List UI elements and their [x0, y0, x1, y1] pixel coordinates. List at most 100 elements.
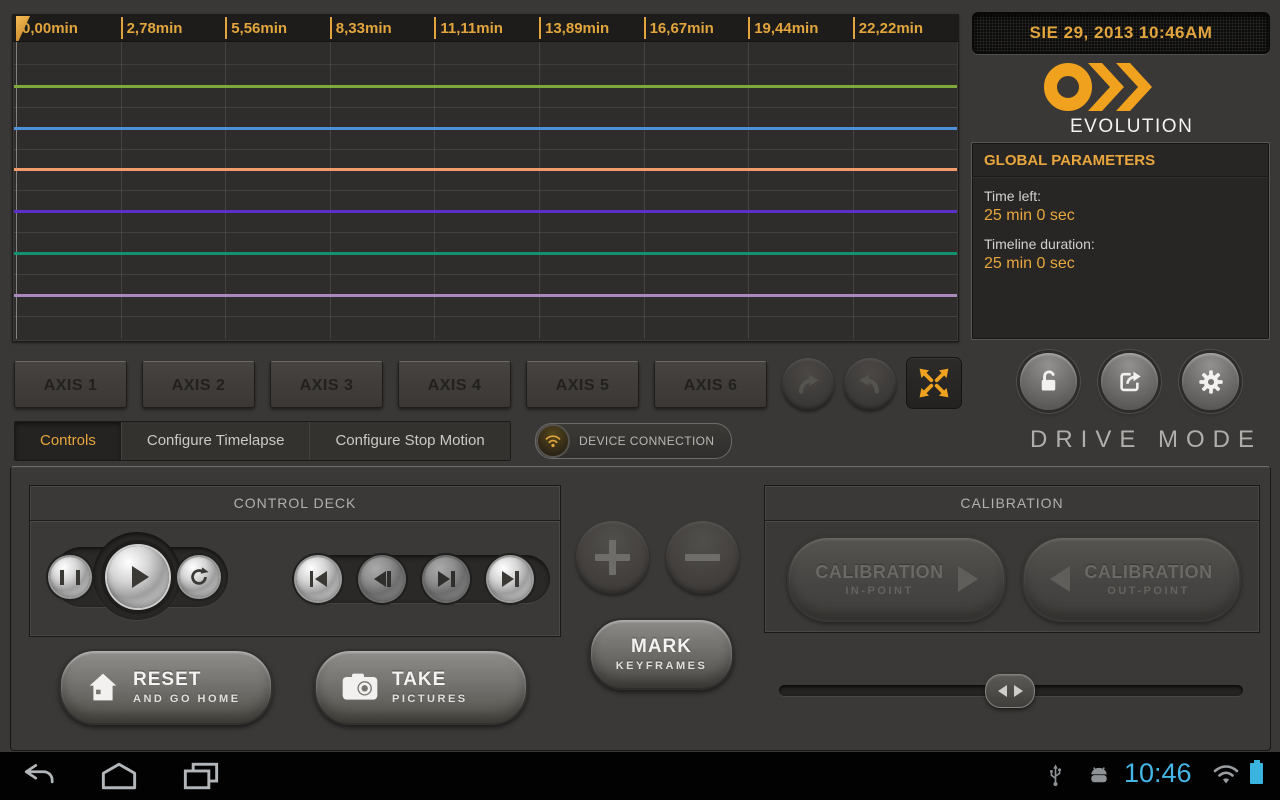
lock-button[interactable]	[1020, 353, 1077, 410]
skip-to-start-button[interactable]	[296, 557, 340, 601]
logo-text: EVOLUTION	[1070, 116, 1244, 138]
drive-mode-label: DRIVE MODE	[1030, 426, 1262, 454]
slider-right-arrow-icon	[1014, 685, 1023, 697]
loop-icon	[188, 566, 210, 588]
left-arrow-icon	[1050, 566, 1070, 592]
mode-tab[interactable]: Configure Stop Motion	[310, 422, 509, 460]
timeline-chart[interactable]: 0,00min 2,78min 5,56min 8,33min 11,11min	[12, 14, 959, 342]
expand-arrows-icon	[915, 365, 953, 401]
pause-button[interactable]	[50, 557, 90, 597]
time-left-label: Time left:	[984, 188, 1257, 204]
axis-2-line[interactable]	[14, 127, 957, 130]
zoom-in-button[interactable]	[576, 521, 649, 594]
axis-button[interactable]: AXIS 3	[270, 361, 383, 408]
home-button[interactable]	[100, 761, 138, 791]
slider-left-arrow-icon	[998, 685, 1007, 697]
play-button[interactable]	[107, 546, 169, 608]
axis-1-line[interactable]	[14, 85, 957, 88]
timeline-tick-label: 8,33min	[336, 20, 392, 37]
device-connection-button[interactable]: DEVICE CONNECTION	[535, 423, 732, 459]
undo-button[interactable]	[844, 358, 896, 410]
previous-keyframe-icon	[374, 571, 391, 587]
take-sublabel: PICTURES	[392, 693, 468, 705]
calibration-out-sublabel: OUT-POINT	[1107, 585, 1189, 597]
global-parameters-panel: GLOBAL PARAMETERS Time left: 25 min 0 se…	[971, 142, 1270, 340]
skip-to-end-button[interactable]	[488, 557, 532, 601]
take-label: TAKE	[392, 669, 468, 691]
mark-label: MARK	[631, 636, 692, 658]
timeline-tick-label: 2,78min	[127, 20, 183, 37]
global-parameters-title: GLOBAL PARAMETERS	[972, 143, 1269, 177]
axis-button[interactable]: AXIS 2	[142, 361, 255, 408]
fullscreen-expand-button[interactable]	[906, 357, 962, 409]
next-keyframe-icon	[438, 571, 455, 587]
android-nav-bar: 10:46	[0, 752, 1280, 800]
right-arrow-icon	[958, 566, 978, 592]
timeline-tick-label: 0,00min	[22, 20, 78, 37]
mode-tabs: Controls Configure Timelapse Configure S…	[14, 421, 511, 461]
axis-4-line[interactable]	[14, 210, 957, 213]
redo-button[interactable]	[782, 358, 834, 410]
app-screen: 0,00min 2,78min 5,56min 8,33min 11,11min	[0, 0, 1280, 800]
status-wifi-icon	[1212, 764, 1240, 786]
timeline-tick-label: 19,44min	[754, 20, 818, 37]
axis-button[interactable]: AXIS 1	[14, 361, 127, 408]
previous-keyframe-button[interactable]	[360, 557, 404, 601]
mark-keyframes-button[interactable]: MARK KEYFRAMES	[589, 618, 734, 690]
wifi-icon	[543, 432, 563, 450]
horizontal-gridline	[14, 64, 957, 65]
skip-to-end-icon	[502, 571, 519, 587]
recent-apps-button[interactable]	[182, 761, 220, 791]
usb-icon	[1048, 764, 1063, 787]
calibration-in-point-button[interactable]: CALIBRATION IN-POINT	[787, 536, 1006, 622]
calibration-group: CALIBRATION CALIBRATION IN-POINT CALIBRA…	[764, 485, 1260, 633]
status-clock: 10:46	[1124, 758, 1192, 789]
time-left-value: 25 min 0 sec	[984, 207, 1257, 225]
axis-button[interactable]: AXIS 6	[654, 361, 767, 408]
back-button[interactable]	[22, 761, 58, 791]
control-deck-group: CONTROL DECK	[29, 485, 561, 637]
calibration-out-label: CALIBRATION	[1084, 562, 1212, 583]
mode-tab[interactable]: Configure Timelapse	[122, 422, 311, 460]
axis-3-line[interactable]	[14, 168, 957, 171]
skip-to-start-icon	[310, 571, 327, 587]
android-debug-icon	[1086, 766, 1112, 784]
timeline-tick-label: 16,67min	[650, 20, 714, 37]
date-time-display: SIE 29, 2013 10:46AM	[972, 12, 1270, 54]
zoom-out-button[interactable]	[666, 521, 739, 594]
mode-tab[interactable]: Controls	[15, 422, 122, 460]
calibration-slider-handle[interactable]	[985, 674, 1035, 708]
calibration-out-point-button[interactable]: CALIBRATION OUT-POINT	[1022, 536, 1241, 622]
camera-icon	[342, 673, 378, 701]
settings-button[interactable]	[1182, 353, 1239, 410]
reset-label: RESET	[133, 669, 241, 691]
timeline-duration-value: 25 min 0 sec	[984, 255, 1257, 273]
undo-icon	[855, 369, 885, 399]
reset-sublabel: AND GO HOME	[133, 693, 241, 705]
timeline-tick-label: 5,56min	[231, 20, 287, 37]
axis-5-line[interactable]	[14, 252, 957, 255]
logo-ring-icon	[1044, 63, 1092, 111]
control-deck-title: CONTROL DECK	[30, 486, 560, 511]
pause-icon	[60, 570, 80, 585]
axis-button[interactable]: AXIS 4	[398, 361, 511, 408]
lock-icon	[1035, 368, 1062, 395]
reset-go-home-button[interactable]: RESET AND GO HOME	[59, 649, 273, 725]
timeline-tick-label: 11,11min	[440, 20, 503, 37]
take-pictures-button[interactable]: TAKE PICTURES	[314, 649, 528, 725]
loop-button[interactable]	[179, 557, 219, 597]
redo-icon	[793, 369, 823, 399]
axis-6-line[interactable]	[14, 294, 957, 297]
export-share-button[interactable]	[1101, 353, 1158, 410]
divider	[765, 520, 1259, 522]
device-connection-label: DEVICE CONNECTION	[579, 434, 714, 448]
controls-panel: CONTROL DECK	[10, 466, 1271, 751]
divider	[30, 520, 560, 522]
calibration-in-sublabel: IN-POINT	[845, 585, 913, 597]
axis-button[interactable]: AXIS 5	[526, 361, 639, 408]
share-export-icon	[1116, 368, 1143, 395]
battery-icon	[1250, 763, 1263, 784]
next-keyframe-button[interactable]	[424, 557, 468, 601]
mark-sublabel: KEYFRAMES	[616, 660, 708, 672]
gear-icon	[1197, 368, 1225, 396]
